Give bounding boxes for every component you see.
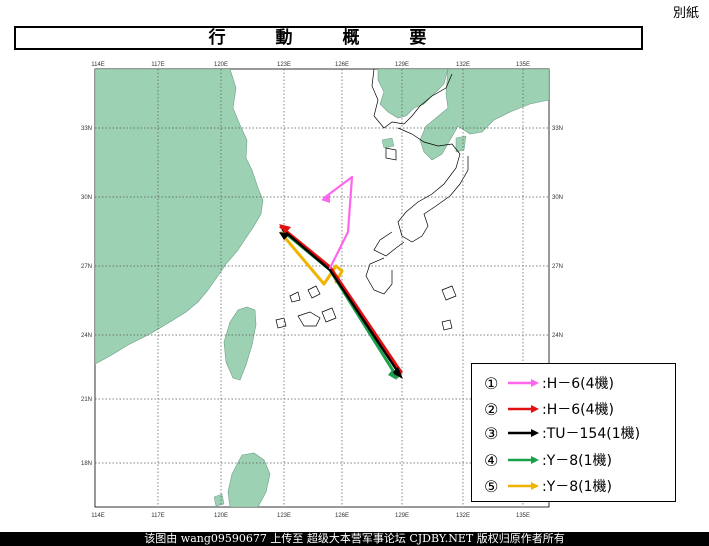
x-tick: 129E: [395, 513, 409, 519]
x-tick: 135E: [516, 62, 530, 68]
legend-number: ③: [484, 423, 499, 443]
y-tick: 21N: [81, 397, 92, 403]
y-tick: 33N: [81, 126, 92, 132]
legend-arrow-yellow-icon: [508, 482, 539, 490]
x-tick: 120E: [214, 62, 228, 68]
x-tick: 126E: [335, 62, 349, 68]
y-tick: 30N: [552, 195, 563, 201]
y-tick: 27N: [552, 264, 563, 270]
legend-number: ①: [484, 373, 499, 393]
legend-label: :H－6(4機): [542, 402, 614, 418]
x-tick-labels-bottom: 114E 117E 120E 123E 126E 129E 132E 135E: [91, 513, 530, 519]
legend-number: ⑤: [484, 476, 499, 496]
legend-arrow-green-icon: [508, 456, 539, 464]
legend-item: ① :H－6(4機): [484, 371, 614, 395]
jeju-island: [381, 137, 395, 149]
y-tick: 18N: [81, 461, 92, 467]
x-tick: 126E: [335, 513, 349, 519]
x-tick-labels-top: 114E 117E 120E 123E 126E 129E 132E 135E: [91, 62, 530, 68]
legend-number: ②: [484, 399, 499, 419]
x-tick: 114E: [91, 62, 105, 68]
legend-number: ④: [484, 450, 499, 470]
x-tick: 117E: [151, 513, 165, 519]
y-tick-labels-right: 33N 30N 27N 24N 21N: [552, 126, 563, 403]
legend-label: :Y－8(1機): [542, 479, 613, 495]
y-tick: 24N: [552, 333, 563, 339]
x-tick: 123E: [277, 513, 291, 519]
x-tick: 132E: [456, 513, 470, 519]
y-tick: 33N: [552, 126, 563, 132]
x-tick: 117E: [151, 62, 165, 68]
legend-arrow-pink-icon: [508, 379, 539, 387]
x-tick: 114E: [91, 513, 105, 519]
legend-arrow-red-icon: [508, 405, 539, 413]
legend-arrow-black-icon: [508, 429, 539, 437]
y-tick-labels-left: 33N 30N 27N 24N 21N 18N: [81, 126, 92, 467]
legend-item: ③ :TU－154(1機): [484, 421, 640, 445]
legend-label: :H－6(4機): [542, 376, 614, 392]
y-tick: 24N: [81, 333, 92, 339]
x-tick: 120E: [214, 513, 228, 519]
legend-label: :TU－154(1機): [542, 426, 641, 442]
legend: ① :H－6(4機) ② :H－6(4機) ③ :TU－154(1機) ④ :Y…: [471, 363, 676, 502]
y-tick: 27N: [81, 264, 92, 270]
y-tick: 30N: [81, 195, 92, 201]
legend-item: ⑤ :Y－8(1機): [484, 474, 612, 498]
watermark-footer: 该图由 wang09590677 上传至 超级大本营军事论坛 CJDBY.NET…: [0, 532, 709, 546]
legend-item: ② :H－6(4機): [484, 397, 614, 421]
x-tick: 123E: [277, 62, 291, 68]
x-tick: 135E: [516, 513, 530, 519]
x-tick: 129E: [395, 62, 409, 68]
legend-item: ④ :Y－8(1機): [484, 448, 612, 472]
legend-label: :Y－8(1機): [542, 453, 613, 469]
x-tick: 132E: [456, 62, 470, 68]
